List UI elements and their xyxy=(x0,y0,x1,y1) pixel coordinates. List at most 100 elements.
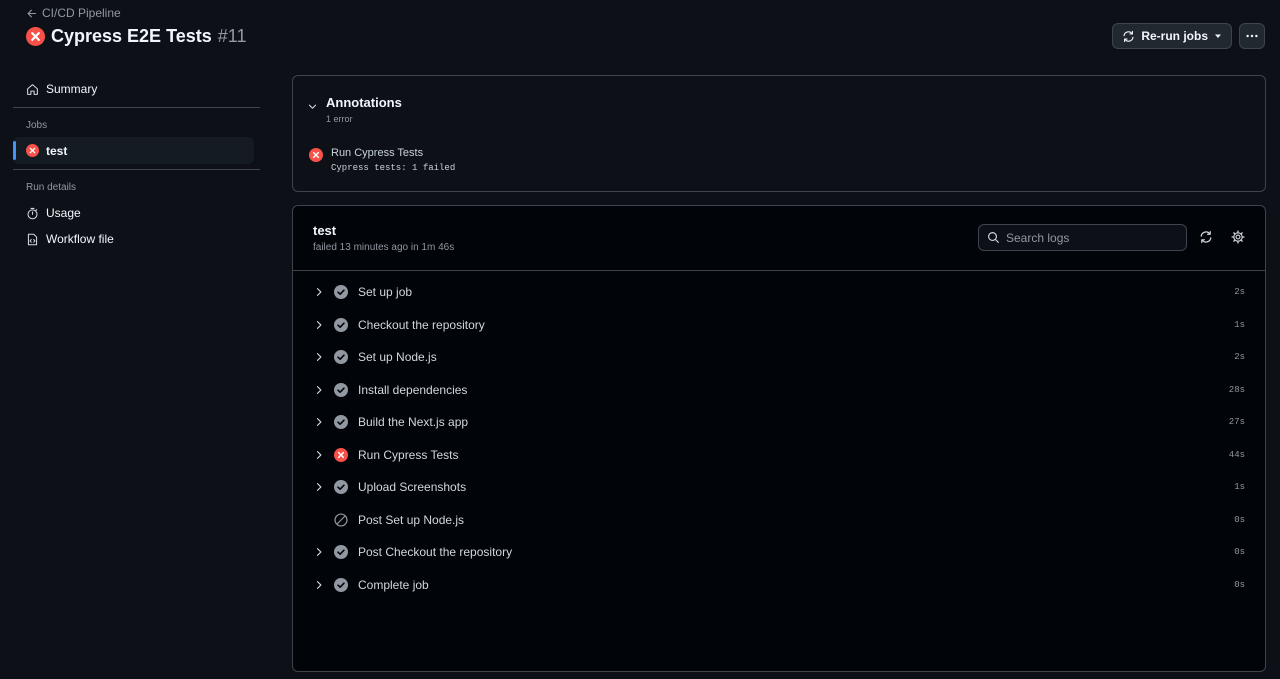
sidebar-item-label: Usage xyxy=(46,206,81,220)
annotations-toggle[interactable] xyxy=(307,101,318,112)
chevron-right-icon xyxy=(316,450,322,459)
job-step-row[interactable]: Run Cypress Tests 44s xyxy=(293,439,1265,472)
arrow-left-icon xyxy=(27,9,37,17)
step-expand-toggle[interactable] xyxy=(313,319,325,331)
job-step-row[interactable]: Set up Node.js 2s xyxy=(293,341,1265,374)
step-name: Upload Screenshots xyxy=(358,480,467,495)
job-step-row[interactable]: Upload Screenshots 1s xyxy=(293,471,1265,504)
more-options-button[interactable] xyxy=(1239,23,1265,49)
sidebar-item-workflow-file[interactable]: Workflow file xyxy=(13,226,260,252)
annotations-title: Annotations xyxy=(326,95,402,110)
chevron-right-icon xyxy=(316,580,322,589)
step-expand-toggle[interactable] xyxy=(313,546,325,558)
page-title-row: Cypress E2E Tests #11 xyxy=(26,26,246,47)
step-duration: 1s xyxy=(1234,319,1245,330)
step-status xyxy=(334,382,348,397)
job-step-row[interactable]: Post Set up Node.js 0s xyxy=(293,504,1265,537)
step-duration: 44s xyxy=(1228,449,1245,460)
check-circle-fill-icon xyxy=(334,317,348,332)
chevron-right-icon xyxy=(316,320,322,329)
sidebar-item-usage[interactable]: Usage xyxy=(13,200,260,226)
step-duration: 28s xyxy=(1228,384,1245,395)
step-name: Complete job xyxy=(358,577,429,592)
file-code-icon xyxy=(27,233,38,245)
job-name: test xyxy=(313,223,337,238)
sync-icon xyxy=(1123,30,1134,42)
refresh-logs-button[interactable] xyxy=(1199,230,1213,244)
sidebar-item-job-test[interactable]: test xyxy=(13,137,254,164)
step-status xyxy=(334,512,348,527)
step-duration: 0s xyxy=(1234,579,1245,590)
job-step-row[interactable]: Checkout the repository 1s xyxy=(293,309,1265,342)
sidebar-item-summary[interactable]: Summary xyxy=(13,76,260,102)
step-status xyxy=(334,480,348,494)
rerun-jobs-button[interactable]: Re-run jobs xyxy=(1112,23,1232,49)
page-title: Cypress E2E Tests xyxy=(51,26,212,46)
step-expand-toggle[interactable] xyxy=(313,449,325,461)
step-status xyxy=(334,447,348,462)
jobs-heading: Jobs xyxy=(26,119,48,131)
run-details-heading: Run details xyxy=(26,181,77,193)
step-name: Set up Node.js xyxy=(358,350,437,365)
step-expand-toggle[interactable] xyxy=(313,579,325,591)
x-circle-fill-icon xyxy=(309,148,323,162)
check-circle-fill-icon xyxy=(334,382,348,397)
sidebar-item-label: Summary xyxy=(46,82,98,96)
annotation-item: Run Cypress Tests Cypress tests: 1 faile… xyxy=(309,147,455,173)
sidebar-divider xyxy=(13,107,260,108)
step-name: Run Cypress Tests xyxy=(358,447,459,462)
job-step-row[interactable]: Install dependencies 28s xyxy=(293,374,1265,407)
step-status xyxy=(334,350,348,364)
step-status xyxy=(334,577,348,592)
step-name: Checkout the repository xyxy=(358,317,485,332)
log-settings-button[interactable] xyxy=(1231,230,1245,244)
gear-icon xyxy=(1231,230,1245,244)
job-step-row[interactable]: Build the Next.js app 27s xyxy=(293,406,1265,439)
sidebar-item-label: Workflow file xyxy=(46,232,114,246)
step-name: Build the Next.js app xyxy=(358,415,469,430)
chevron-right-icon xyxy=(316,418,322,426)
triangle-down-icon xyxy=(1215,34,1221,38)
annotations-panel: Annotations 1 error Run Cypress Tests Cy… xyxy=(292,75,1266,192)
header-actions: Re-run jobs xyxy=(1112,23,1265,49)
job-step-row[interactable]: Set up job 2s xyxy=(293,276,1265,309)
step-expand-toggle[interactable] xyxy=(313,286,325,298)
step-expand-toggle[interactable] xyxy=(313,481,325,493)
step-name: Post Set up Node.js xyxy=(358,512,465,527)
back-link[interactable]: CI/CD Pipeline xyxy=(26,6,121,20)
step-duration: 1s xyxy=(1234,482,1245,493)
chevron-right-icon xyxy=(316,385,322,394)
step-expand-toggle[interactable] xyxy=(313,351,325,363)
x-circle-fill-icon xyxy=(26,144,39,157)
step-status xyxy=(334,317,348,332)
check-circle-fill-icon xyxy=(334,415,348,429)
stopwatch-icon xyxy=(27,207,38,219)
sidebar-divider xyxy=(13,169,260,170)
job-step-row[interactable]: Post Checkout the repository 0s xyxy=(293,536,1265,569)
check-circle-fill-icon xyxy=(334,577,348,592)
x-circle-fill-icon xyxy=(26,27,45,46)
kebab-horizontal-icon xyxy=(1246,34,1258,38)
job-status-line: failed 13 minutes ago in 1m 46s xyxy=(313,242,455,253)
run-number: #11 xyxy=(217,26,247,46)
search-icon xyxy=(988,232,999,243)
home-icon xyxy=(27,83,38,95)
step-expand-toggle[interactable] xyxy=(313,384,325,396)
sidebar-item-label: test xyxy=(46,143,68,158)
annotations-count: 1 error xyxy=(326,114,353,124)
chevron-right-icon xyxy=(316,353,322,361)
step-duration: 2s xyxy=(1234,352,1245,363)
step-name: Install dependencies xyxy=(358,382,468,397)
job-step-row[interactable]: Complete job 0s xyxy=(293,569,1265,602)
chevron-right-icon xyxy=(316,548,322,556)
step-expand-toggle[interactable] xyxy=(313,416,325,428)
check-circle-fill-icon xyxy=(334,285,348,299)
chevron-right-icon xyxy=(316,483,322,491)
annotation-title-link[interactable]: Run Cypress Tests xyxy=(331,147,455,159)
job-steps-list: Set up job 2s Checkout the repository 1s Set… xyxy=(293,271,1265,601)
step-name: Post Checkout the repository xyxy=(358,545,513,560)
step-duration: 0s xyxy=(1234,547,1245,558)
step-name: Set up job xyxy=(358,285,413,300)
step-duration: 2s xyxy=(1234,287,1245,298)
search-logs-input[interactable] xyxy=(1006,230,1176,245)
